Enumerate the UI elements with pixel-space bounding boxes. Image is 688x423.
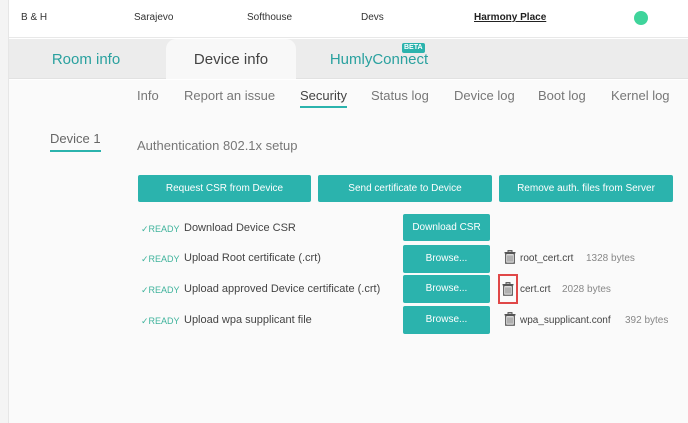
file-name: root_cert.crt [520,253,574,264]
remove-auth-files-button[interactable]: Remove auth. files from Server [499,175,673,202]
breadcrumb-country[interactable]: B & H [21,12,47,23]
trash-icon[interactable] [501,282,515,296]
breadcrumb-room[interactable]: Harmony Place [474,12,546,23]
subtab-kernel-log[interactable]: Kernel log [611,88,670,106]
download-csr-button[interactable]: Download CSR [403,214,490,241]
row-label: Upload wpa supplicant file [184,314,312,326]
device-selector[interactable]: Device 1 [50,131,101,152]
breadcrumb-department[interactable]: Devs [361,12,384,23]
trash-icon[interactable] [503,312,517,326]
breadcrumb-company[interactable]: Softhouse [247,12,292,23]
main-tabs: Room info Device info HumlyConnect BETA [9,39,688,79]
request-csr-button[interactable]: Request CSR from Device [138,175,311,202]
file-size: 392 bytes [625,315,669,326]
tab-device-info[interactable]: Device info [166,39,296,79]
beta-badge: BETA [402,43,425,53]
subtab-info[interactable]: Info [137,88,159,106]
breadcrumb: B & H Sarajevo Softhouse Devs Harmony Pl… [9,0,688,38]
section-title: Authentication 802.1x setup [137,138,298,153]
room-status-indicator [634,11,648,25]
browse-device-cert-button[interactable]: Browse... [403,275,490,303]
tab-room-info[interactable]: Room info [31,39,141,79]
ready-status: ✓READY [141,285,180,295]
browse-root-cert-button[interactable]: Browse... [403,245,490,273]
left-sidebar-strip [0,0,9,423]
subtab-security[interactable]: Security [300,88,347,108]
ready-status: ✓READY [141,254,180,264]
file-name: wpa_supplicant.conf [520,315,611,326]
subtab-boot-log[interactable]: Boot log [538,88,586,106]
subtab-device-log[interactable]: Device log [454,88,515,106]
row-label: Upload Root certificate (.crt) [184,252,321,264]
ready-status: ✓READY [141,316,180,326]
ready-status: ✓READY [141,224,180,234]
send-certificate-button[interactable]: Send certificate to Device [318,175,492,202]
browse-wpa-button[interactable]: Browse... [403,306,490,334]
breadcrumb-city[interactable]: Sarajevo [134,12,173,23]
subtab-report-issue[interactable]: Report an issue [184,88,275,106]
subtab-status-log[interactable]: Status log [371,88,429,106]
trash-icon[interactable] [503,250,517,264]
row-label: Upload approved Device certificate (.crt… [184,283,381,295]
device-info-panel: Info Report an issue Security Status log… [9,80,688,423]
file-size: 1328 bytes [586,253,635,264]
file-name: cert.crt [520,284,551,295]
file-size: 2028 bytes [562,284,611,295]
row-label: Download Device CSR [184,222,296,234]
